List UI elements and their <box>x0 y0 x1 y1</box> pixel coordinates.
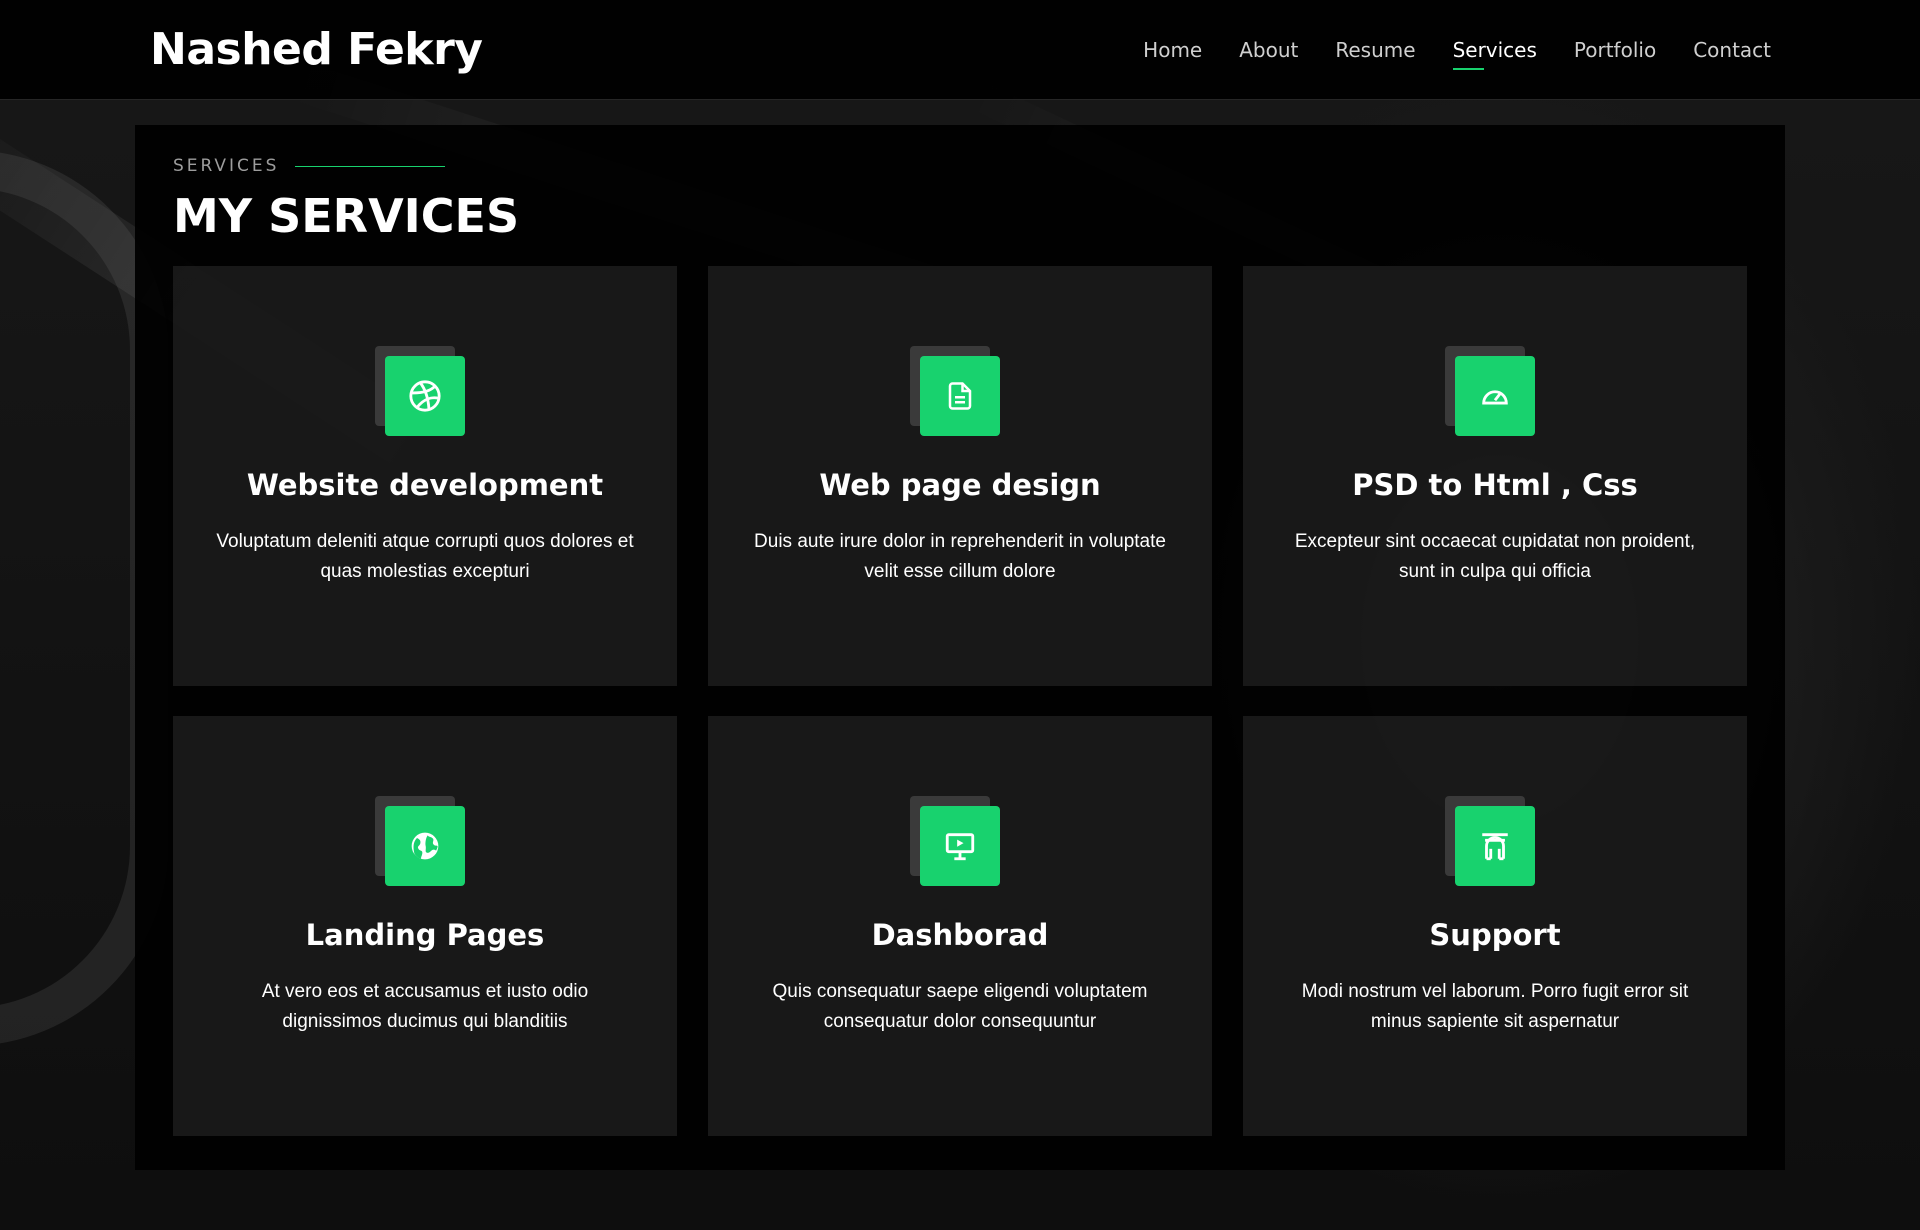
file-text-icon <box>920 356 1000 436</box>
main-nav: Home About Resume Services Portfolio Con… <box>1106 36 1771 70</box>
section-title: MY SERVICES <box>173 189 520 243</box>
service-title: Dashborad <box>871 918 1049 952</box>
section-subtitle-divider <box>295 165 446 167</box>
service-title: Web page design <box>819 468 1101 502</box>
nav-item-services[interactable]: Services <box>1452 36 1537 70</box>
nav-item-contact[interactable]: Contact <box>1693 36 1771 64</box>
site-header: Nashed Fekry Home About Resume Services … <box>0 0 1920 100</box>
service-card-website-development[interactable]: Website development Voluptatum deleniti … <box>173 266 677 686</box>
service-description: Duis aute irure dolor in reprehenderit i… <box>754 531 1166 582</box>
service-title: Support <box>1429 918 1561 952</box>
globe-icon <box>385 806 465 886</box>
nav-item-resume[interactable]: Resume <box>1335 36 1415 64</box>
service-title: PSD to Html , Css <box>1352 468 1638 502</box>
nav-item-home[interactable]: Home <box>1143 36 1202 64</box>
site-logo[interactable]: Nashed Fekry <box>150 22 483 78</box>
service-description: At vero eos et accusamus et iusto odio d… <box>261 981 589 1032</box>
service-card-dashboard[interactable]: Dashborad Quis consequatur saepe eligend… <box>708 716 1212 1136</box>
service-card-psd-to-html[interactable]: PSD to Html , Css Excepteur sint occaeca… <box>1243 266 1747 686</box>
arch-icon <box>1455 806 1535 886</box>
service-description: Modi nostrum vel laborum. Porro fugit er… <box>1301 981 1689 1032</box>
service-description: Quis consequatur saepe eligendi voluptat… <box>772 981 1148 1032</box>
services-section: SERVICES MY SERVICES Website development… <box>135 125 1785 1170</box>
nav-item-portfolio[interactable]: Portfolio <box>1574 36 1656 64</box>
presentation-icon <box>920 806 1000 886</box>
service-card-web-page-design[interactable]: Web page design Duis aute irure dolor in… <box>708 266 1212 686</box>
speedometer-icon <box>1455 356 1535 436</box>
page: Nashed Fekry Home About Resume Services … <box>0 0 1920 1230</box>
services-grid: Website development Voluptatum deleniti … <box>173 266 1748 1136</box>
service-card-landing-pages[interactable]: Landing Pages At vero eos et accusamus e… <box>173 716 677 1136</box>
service-description: Voluptatum deleniti atque corrupti quos … <box>216 531 634 582</box>
dribbble-icon <box>385 356 465 436</box>
service-description: Excepteur sint occaecat cupidatat non pr… <box>1294 531 1696 582</box>
section-subtitle-text: SERVICES <box>173 156 280 176</box>
nav-item-about[interactable]: About <box>1239 36 1298 64</box>
service-card-support[interactable]: Support Modi nostrum vel laborum. Porro … <box>1243 716 1747 1136</box>
service-title: Landing Pages <box>305 918 545 952</box>
service-title: Website development <box>246 468 604 502</box>
section-subtitle: SERVICES <box>173 155 446 177</box>
